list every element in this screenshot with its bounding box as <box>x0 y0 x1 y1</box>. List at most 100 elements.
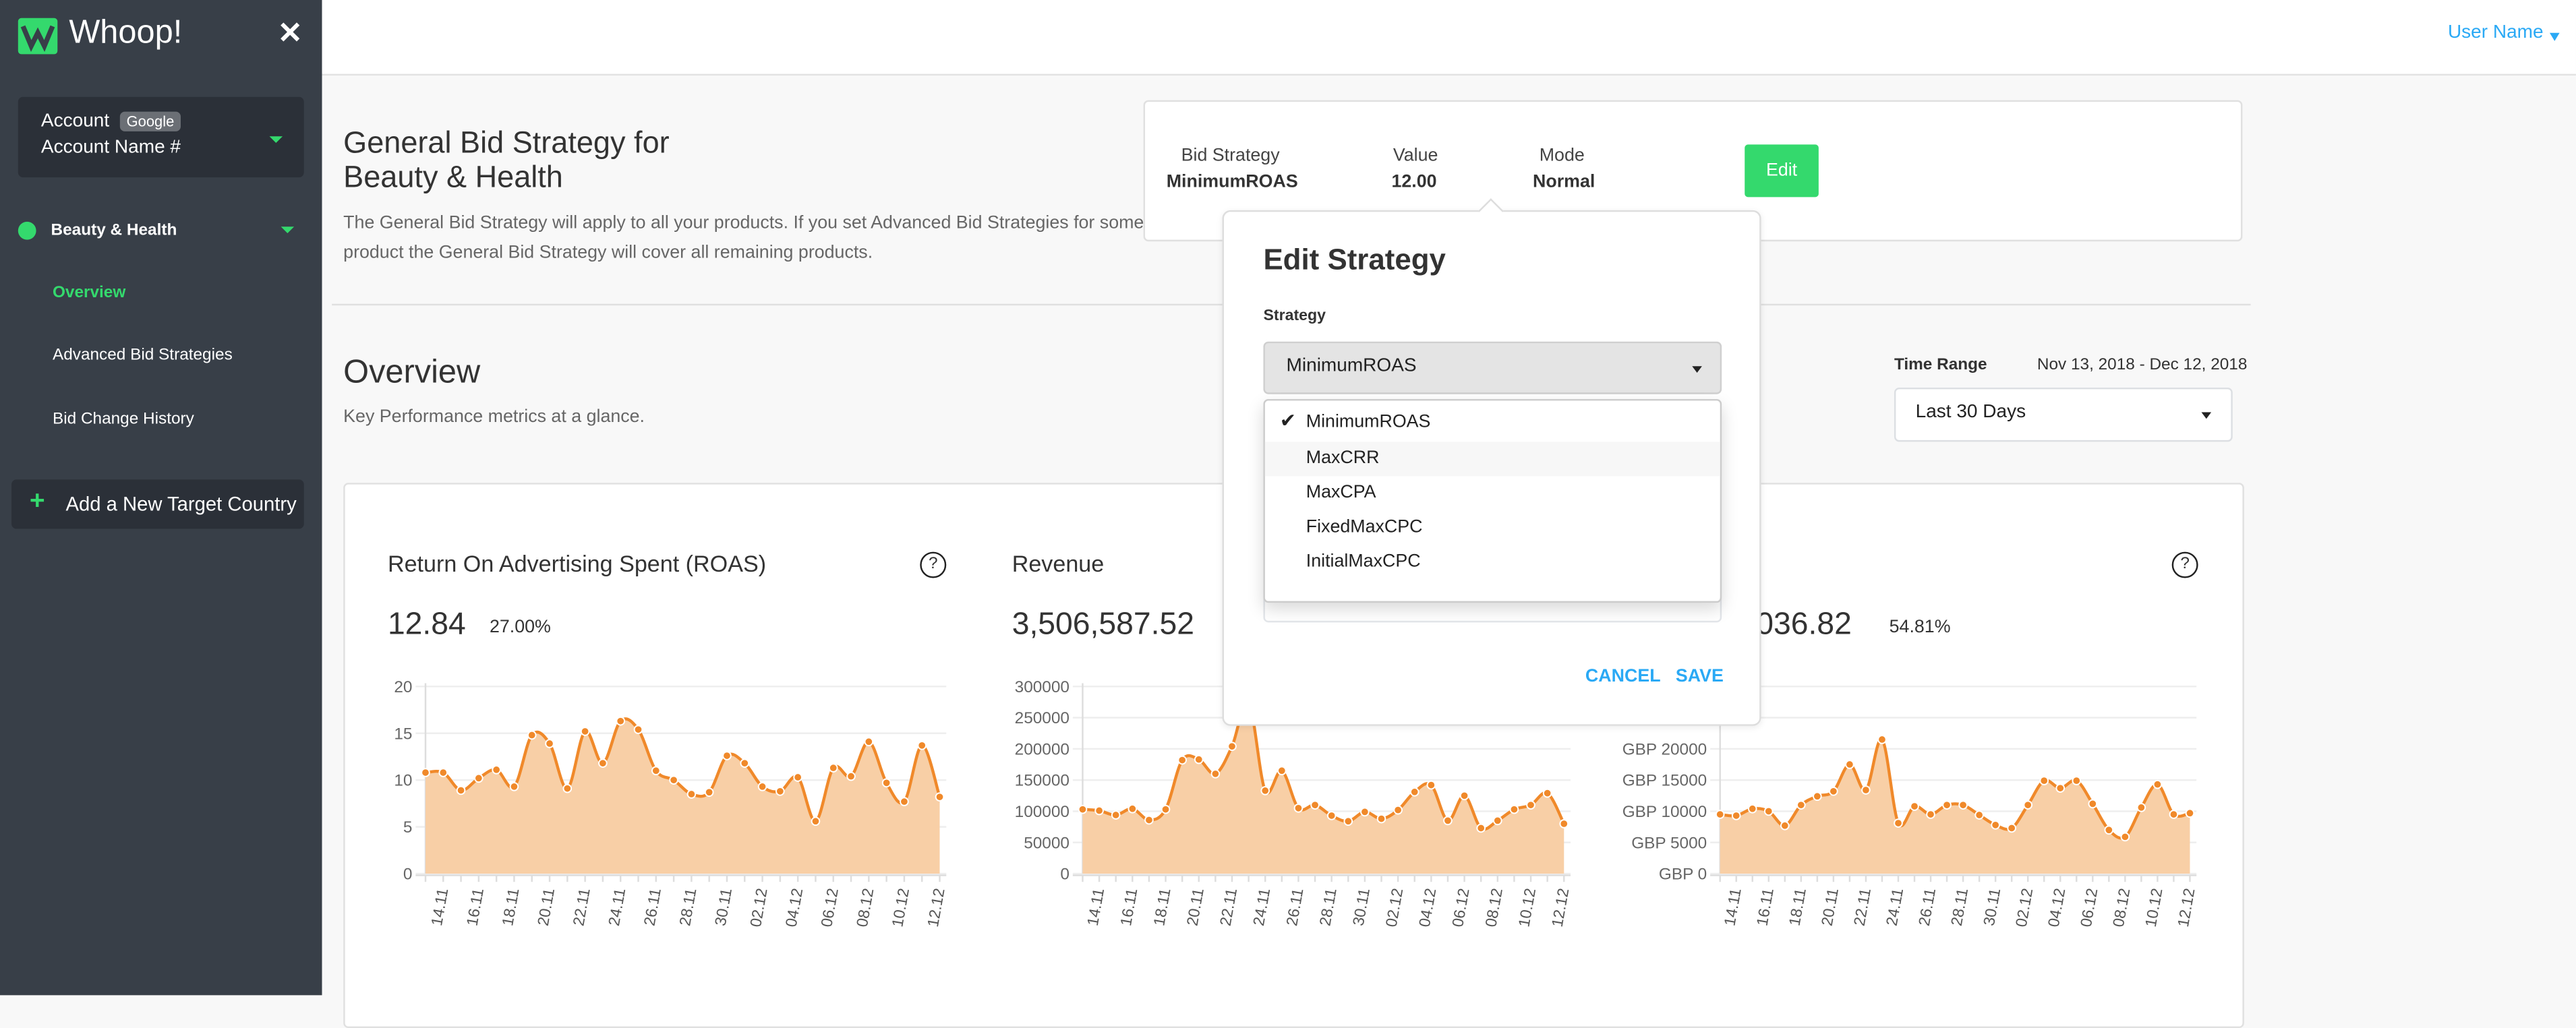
strategy-option-initialmaxcpc[interactable]: InitialMaxCPC <box>1265 545 1720 580</box>
strategy-option-fixedmaxcpc[interactable]: FixedMaxCPC <box>1265 511 1720 545</box>
sidebar: Whoop! ✕ Account Google Account Name # B… <box>0 0 322 996</box>
sidebar-group-beauty-health[interactable]: Beauty & Health <box>51 222 177 240</box>
account-label: Account <box>40 111 110 131</box>
data-point <box>1094 806 1104 816</box>
data-point <box>527 730 537 740</box>
y-tick-label: 0 <box>1060 866 1070 884</box>
x-tick-label: 26.11 <box>1915 887 1939 928</box>
cancel-button[interactable]: CANCEL <box>1585 667 1661 686</box>
data-point <box>1177 755 1187 765</box>
save-button[interactable]: SAVE <box>1676 667 1724 686</box>
account-platform-badge: Google <box>119 111 181 131</box>
x-tick-label: 24.11 <box>1883 887 1906 928</box>
data-point <box>474 773 484 783</box>
strategy-label: Strategy <box>1263 307 1326 326</box>
bid-strategy-label: Bid Strategy <box>1181 146 1280 167</box>
data-point <box>1974 810 1984 820</box>
data-point <box>1991 820 2000 830</box>
data-point <box>1731 811 1741 820</box>
x-tick-label: 20.11 <box>534 887 558 928</box>
series-area <box>425 719 940 874</box>
data-point <box>1958 800 1968 810</box>
data-point <box>881 778 891 788</box>
help-icon[interactable]: ? <box>2171 551 2198 578</box>
x-tick-label: 08.12 <box>853 887 877 929</box>
data-point <box>864 737 874 747</box>
check-icon: ✔ <box>1279 409 1297 432</box>
data-point <box>793 773 802 782</box>
bid-strategy-value: MinimumROAS <box>1166 172 1298 193</box>
data-point <box>598 758 608 768</box>
x-tick-label: 26.11 <box>1283 887 1306 928</box>
roas-value: 12.84 <box>387 607 466 642</box>
x-tick-label: 06.12 <box>817 887 842 929</box>
sidebar-item-bid-change-history[interactable]: Bid Change History <box>53 411 194 429</box>
y-tick-label: GBP 5000 <box>1631 834 1707 852</box>
x-tick-label: 02.12 <box>2012 887 2037 929</box>
data-point <box>1409 787 1419 797</box>
strategy-select[interactable]: MinimumROAS <box>1263 341 1722 394</box>
y-tick-label: 0 <box>403 866 413 884</box>
account-selector[interactable]: Account Google Account Name # <box>18 96 304 178</box>
option-label: InitialMaxCPC <box>1306 551 1421 572</box>
page-title: General Bid Strategy for Beauty & Health <box>343 125 670 194</box>
brand-name: Whoop! <box>69 14 183 51</box>
data-point <box>1459 791 1469 801</box>
data-point <box>1426 780 1436 790</box>
whoop-logo <box>18 18 58 55</box>
data-point <box>1763 806 1774 816</box>
data-point <box>1260 786 1270 795</box>
sidebar-item-overview[interactable]: Overview <box>53 284 125 302</box>
data-point <box>1376 814 1386 824</box>
y-tick-label: 150000 <box>1015 772 1070 790</box>
sidebar-item-advanced-bid-strategies[interactable]: Advanced Bid Strategies <box>53 346 233 365</box>
x-tick-label: 14.11 <box>1084 887 1107 928</box>
user-menu[interactable]: User Name <box>2448 23 2544 42</box>
data-point <box>1393 805 1403 815</box>
time-range-select[interactable]: Last 30 Days <box>1894 387 2233 442</box>
data-point <box>2153 779 2163 789</box>
data-point <box>740 758 750 768</box>
data-point <box>456 785 466 795</box>
close-icon[interactable]: ✕ <box>278 16 303 51</box>
data-point <box>509 782 519 791</box>
edit-button[interactable]: Edit <box>1745 144 1819 198</box>
strategy-option-minimumroas[interactable]: ✔ MinimumROAS <box>1265 406 1720 440</box>
data-point <box>492 765 501 775</box>
y-tick-label: 250000 <box>1015 709 1070 727</box>
mode-value: Normal <box>1532 172 1596 193</box>
x-tick-label: 10.12 <box>2142 887 2166 929</box>
add-target-country-button[interactable]: + Add a New Target Country <box>11 479 304 529</box>
x-tick-label: 06.12 <box>1448 887 1473 929</box>
strategy-option-maxcpa[interactable]: MaxCPA <box>1265 476 1720 510</box>
series-area <box>1720 739 2190 874</box>
x-tick-label: 14.11 <box>1720 887 1744 928</box>
data-point <box>1796 800 1806 810</box>
data-point <box>1942 800 1952 810</box>
caret-down-icon[interactable] <box>2549 32 2560 41</box>
data-point <box>1227 742 1237 752</box>
caret-down-icon[interactable] <box>281 226 295 233</box>
x-tick-label: 06.12 <box>2077 887 2101 929</box>
data-point <box>2039 776 2049 785</box>
third-metric-change: 54.81% <box>1889 617 1951 638</box>
x-tick-label: 24.11 <box>605 887 628 928</box>
data-point <box>1813 791 1822 802</box>
popup-title: Edit Strategy <box>1263 243 1446 276</box>
help-icon[interactable]: ? <box>920 551 947 578</box>
x-tick-label: 22.11 <box>1850 887 1874 928</box>
strategy-option-maxcrr[interactable]: MaxCRR <box>1264 442 1720 477</box>
data-point <box>1829 787 1838 796</box>
data-point <box>2136 803 2146 812</box>
caret-down-icon <box>2201 412 2212 419</box>
data-point <box>704 787 714 797</box>
data-point <box>1161 804 1171 814</box>
data-point <box>1492 816 1502 826</box>
data-point <box>846 771 856 781</box>
edit-strategy-popup: Edit Strategy Strategy MinimumROAS ✔ Min… <box>1222 198 1761 726</box>
y-tick-label: 50000 <box>1024 834 1070 852</box>
data-point <box>686 789 697 799</box>
x-tick-label: 22.11 <box>569 887 593 928</box>
x-tick-label: 18.11 <box>1786 887 1809 928</box>
data-point <box>1715 810 1725 819</box>
